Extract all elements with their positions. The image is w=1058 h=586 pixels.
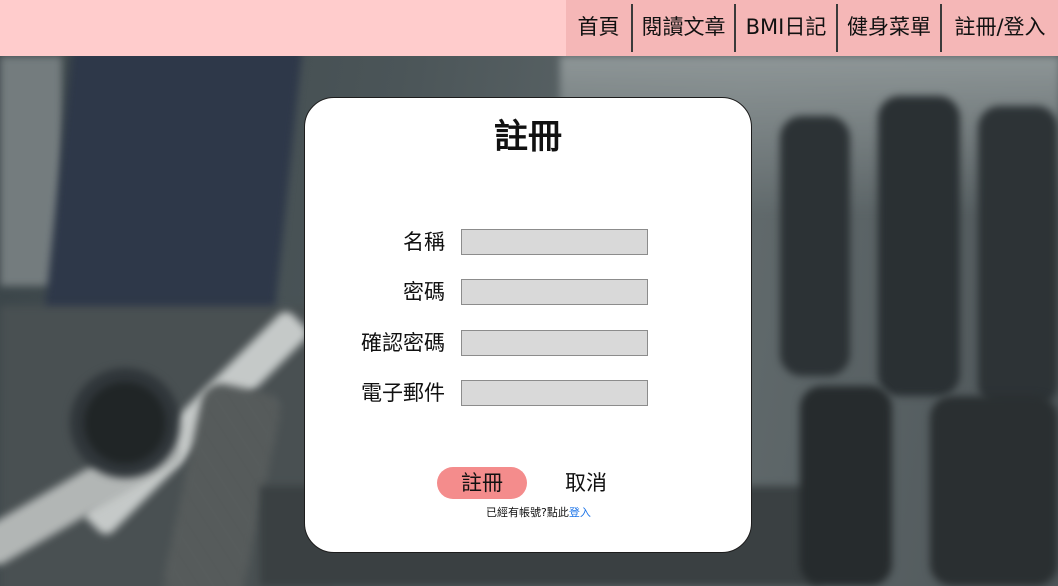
background-bench-pad [42,56,304,336]
email-input[interactable] [461,380,648,406]
background-dumbbell-rack [780,116,850,376]
page-title: 註冊 [494,117,562,157]
background-dumbbell-rack [930,396,1058,586]
cancel-button[interactable]: 取消 [562,467,610,499]
top-header: 首頁 閱讀文章 BMI日記 健身菜單 註冊/登入 [0,0,1058,56]
name-label: 名稱 [403,230,445,254]
form-row-confirm-password: 確認密碼 [305,330,751,356]
form-row-password: 密碼 [305,279,751,305]
main-nav: 首頁 閱讀文章 BMI日記 健身菜單 註冊/登入 [566,0,1058,56]
login-prompt-text: 已經有帳號?點此 [486,506,569,519]
login-prompt: 已經有帳號?點此登入 [486,506,591,520]
form-row-email: 電子郵件 [305,380,751,406]
password-input[interactable] [461,279,648,305]
background-dumbbell-rack [978,106,1058,406]
name-input[interactable] [461,229,648,255]
nav-item-fitness-menu[interactable]: 健身菜單 [838,0,940,56]
login-link[interactable]: 登入 [569,506,591,519]
background-weight-plate [70,368,180,478]
background-dumbbell-rack [878,96,960,396]
nav-item-bmi-diary[interactable]: BMI日記 [736,0,836,56]
register-button[interactable]: 註冊 [437,467,527,499]
password-label: 密碼 [403,280,445,304]
email-label: 電子郵件 [361,381,445,405]
confirm-password-label: 確認密碼 [361,331,445,355]
nav-item-articles[interactable]: 閱讀文章 [633,0,734,56]
register-card: 註冊 名稱 密碼 確認密碼 電子郵件 註冊 取消 已經有帳號?點此登入 [304,97,752,553]
background-dumbbell-rack [800,386,892,586]
nav-item-register-login[interactable]: 註冊/登入 [942,0,1058,56]
nav-item-home[interactable]: 首頁 [566,0,631,56]
form-row-name: 名稱 [305,229,751,255]
confirm-password-input[interactable] [461,330,648,356]
